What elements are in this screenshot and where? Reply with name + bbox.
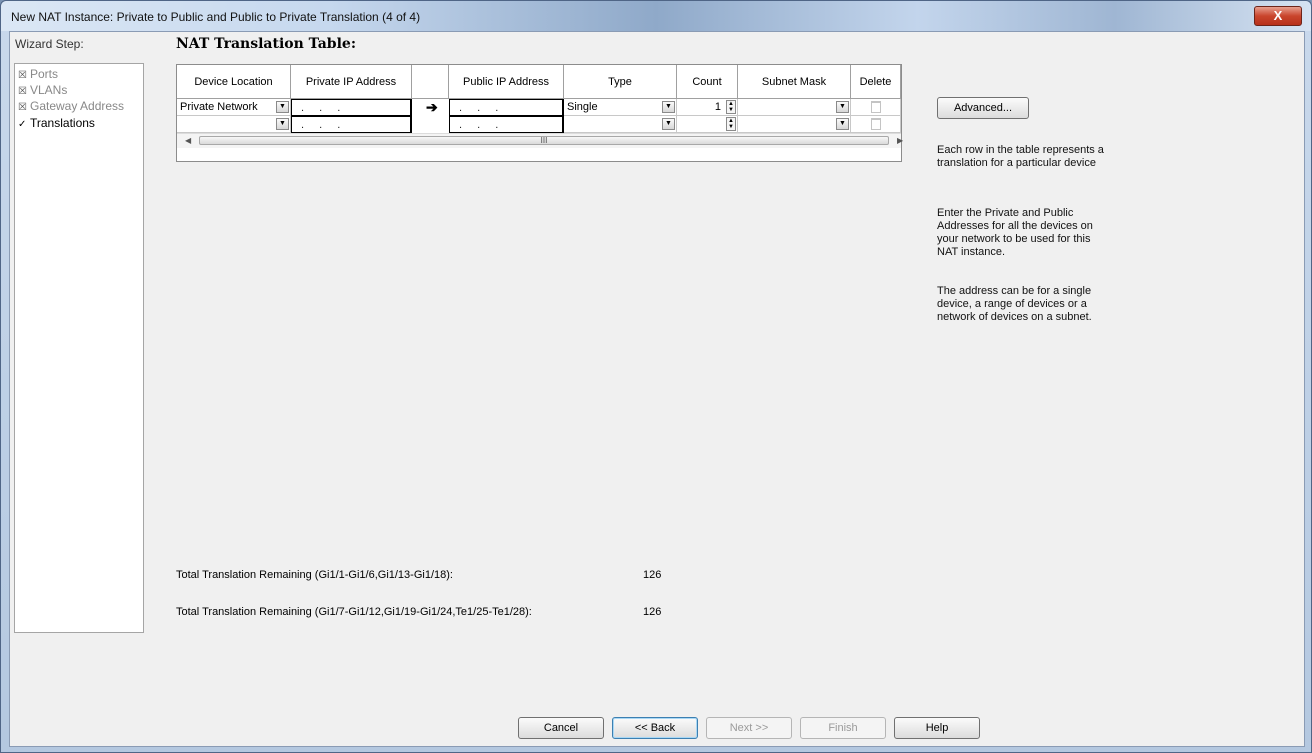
wizard-step-label-text: VLANs — [30, 83, 68, 97]
window-title: New NAT Instance: Private to Public and … — [11, 10, 421, 24]
wizard-step-label-text: Translations — [30, 116, 95, 130]
scrollbar-grip: III — [540, 136, 548, 145]
help-text-addresses: Enter the Private and Public Addresses f… — [937, 207, 1093, 258]
remaining-label-2: Total Translation Remaining (Gi1/7-Gi1/1… — [176, 606, 532, 618]
scroll-right-icon[interactable]: ▶ — [897, 134, 903, 148]
header-count[interactable]: Count — [677, 65, 738, 99]
wizard-steps-panel: ☒ Ports ☒ VLANs ☒ Gateway Address ✓ Translat… — [14, 63, 144, 633]
row2-public-ip-value: . . . — [459, 119, 505, 131]
row1-delete-cell — [851, 99, 901, 116]
nat-translation-table: Device Location Private IP Address Publi… — [176, 64, 903, 162]
header-type[interactable]: Type — [564, 65, 677, 99]
checked-box-icon: ☒ — [18, 70, 27, 81]
row1-private-ip-input[interactable]: . . . — [291, 99, 412, 116]
wizard-step-translations: ✓ Translations — [18, 116, 95, 130]
help-text-rows: Each row in the table represents a trans… — [937, 144, 1104, 169]
dropdown-arrow-icon[interactable]: ▼ — [662, 118, 675, 130]
translation-arrow-icon: ➔ — [426, 99, 438, 115]
advanced-button[interactable]: Advanced... — [937, 97, 1029, 119]
wizard-step-ports: ☒ Ports — [18, 67, 58, 81]
checked-box-icon: ☒ — [18, 102, 27, 113]
nat-wizard-window: New NAT Instance: Private to Public and … — [0, 0, 1312, 753]
dropdown-arrow-icon[interactable]: ▼ — [836, 118, 849, 130]
row2-subnet-mask-select[interactable]: ▼ — [738, 116, 851, 133]
scroll-left-icon[interactable]: ◀ — [185, 134, 191, 148]
row1-subnet-mask-select[interactable]: ▼ — [738, 99, 851, 116]
title-bar[interactable]: New NAT Instance: Private to Public and … — [1, 1, 1311, 31]
header-device-location[interactable]: Device Location — [177, 65, 291, 99]
row2-private-ip-input[interactable]: . . . — [291, 116, 412, 133]
dropdown-arrow-icon[interactable]: ▼ — [276, 118, 289, 130]
checkmark-icon: ✓ — [18, 119, 27, 130]
remaining-label-1: Total Translation Remaining (Gi1/1-Gi1/6… — [176, 569, 453, 581]
wizard-step-vlans: ☒ VLANs — [18, 83, 67, 97]
header-public-ip[interactable]: Public IP Address — [449, 65, 564, 99]
checked-box-icon: ☒ — [18, 86, 27, 97]
wizard-step-label-text: Gateway Address — [30, 99, 125, 113]
row1-device-location-select[interactable]: Private Network ▼ — [177, 99, 291, 116]
row1-type-select[interactable]: Single ▼ — [564, 99, 677, 116]
dropdown-arrow-icon[interactable]: ▼ — [836, 101, 849, 113]
row1-count-spinner[interactable]: 1 ▲ ▼ — [677, 99, 738, 116]
dropdown-arrow-icon[interactable]: ▼ — [662, 101, 675, 113]
row2-type-select[interactable]: ▼ — [564, 116, 677, 133]
help-text-address-types: The address can be for a single device, … — [937, 285, 1092, 323]
finish-button[interactable]: Finish — [800, 717, 886, 739]
cancel-button[interactable]: Cancel — [518, 717, 604, 739]
remaining-value-1: 126 — [643, 569, 662, 581]
dropdown-arrow-icon[interactable]: ▼ — [276, 101, 289, 113]
row1-device-location-value: Private Network — [180, 101, 258, 113]
header-arrow-column — [412, 65, 449, 99]
spinner-arrows-icon[interactable]: ▲ ▼ — [726, 100, 736, 114]
row2-public-ip-input[interactable]: . . . — [449, 116, 564, 133]
row1-public-ip-input[interactable]: . . . — [449, 99, 564, 116]
trash-icon[interactable] — [871, 101, 881, 113]
wizard-step-label: Wizard Step: — [15, 37, 84, 51]
row1-type-value: Single — [567, 101, 598, 113]
next-button[interactable]: Next >> — [706, 717, 792, 739]
table-horizontal-scrollbar[interactable]: ◀ III ▶ — [177, 133, 903, 148]
row2-device-location-select[interactable]: ▼ — [177, 116, 291, 133]
spinner-arrows-icon[interactable]: ▲ ▼ — [726, 117, 736, 131]
back-button[interactable]: << Back — [612, 717, 698, 739]
trash-icon[interactable] — [871, 118, 881, 130]
close-icon: X — [1273, 8, 1283, 23]
row2-delete-cell — [851, 116, 901, 133]
remaining-value-2: 126 — [643, 606, 662, 618]
row2-count-spinner[interactable]: ▲ ▼ — [677, 116, 738, 133]
close-button[interactable]: X — [1254, 6, 1302, 26]
row1-public-ip-value: . . . — [459, 102, 505, 114]
scrollbar-thumb[interactable]: III — [199, 136, 889, 145]
help-button[interactable]: Help — [894, 717, 980, 739]
header-private-ip[interactable]: Private IP Address — [291, 65, 412, 99]
header-delete[interactable]: Delete — [851, 65, 901, 99]
row1-count-value: 1 — [714, 101, 721, 113]
wizard-step-label-text: Ports — [30, 67, 59, 81]
wizard-step-gateway-address: ☒ Gateway Address — [18, 99, 124, 113]
header-subnet-mask[interactable]: Subnet Mask — [738, 65, 851, 99]
nat-table-title: NAT Translation Table: — [176, 36, 356, 52]
row1-private-ip-value: . . . — [301, 102, 347, 114]
row2-private-ip-value: . . . — [301, 119, 347, 131]
